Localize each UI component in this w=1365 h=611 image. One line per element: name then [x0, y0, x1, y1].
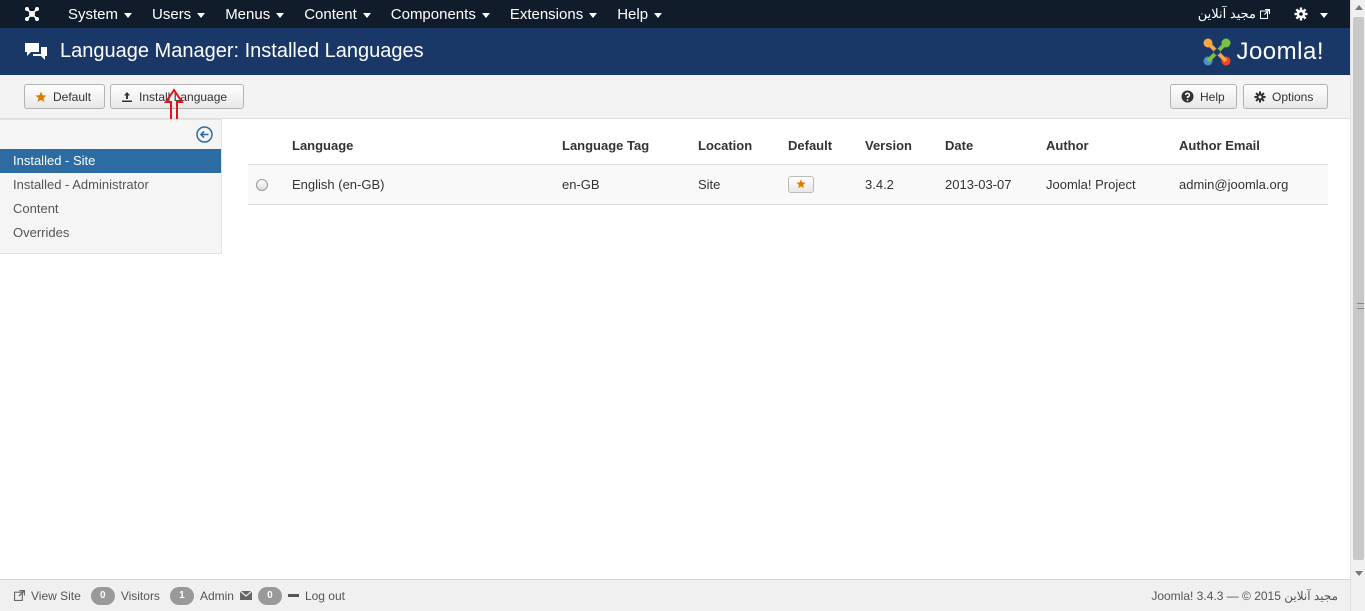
- row-select-radio[interactable]: [256, 178, 268, 191]
- navbar-right: مجید آنلاین: [1198, 0, 1350, 28]
- scroll-up-icon[interactable]: [1351, 0, 1365, 15]
- column-header-date[interactable]: Date: [945, 128, 1046, 165]
- admin-count-badge: 1: [169, 586, 194, 605]
- page-title: Language Manager: Installed Languages: [60, 40, 424, 62]
- language-tag-cell: en-GB: [562, 164, 698, 205]
- star-icon: [35, 91, 47, 102]
- page-header: Language Manager: Installed Languages Jo…: [0, 28, 1350, 75]
- external-link-icon: [1260, 9, 1270, 19]
- admin-status: 1 Admin: [169, 586, 234, 605]
- column-header-author[interactable]: Author: [1046, 128, 1179, 165]
- external-link-icon: [14, 590, 25, 601]
- column-header-location[interactable]: Location: [698, 128, 788, 165]
- caret-down-icon: [589, 12, 598, 18]
- logout-link[interactable]: Log out: [287, 589, 345, 603]
- messages-link[interactable]: 0: [239, 586, 282, 605]
- caret-down-icon: [481, 12, 490, 18]
- star-icon: [796, 179, 806, 189]
- menu-users[interactable]: Users: [142, 0, 215, 28]
- author-email-cell: admin@joomla.org: [1179, 164, 1328, 205]
- copyright-text: Joomla! 3.4.3 — © 2015 مجید آنلاین: [1151, 588, 1338, 603]
- row-select-cell: [248, 164, 292, 205]
- caret-down-icon: [654, 12, 663, 18]
- scrollbar-grip: [1357, 303, 1364, 309]
- help-button[interactable]: Help: [1170, 84, 1237, 109]
- caret-down-icon: [276, 12, 285, 18]
- user-settings-menu[interactable]: [1294, 7, 1328, 21]
- site-name: مجید آنلاین: [1197, 6, 1256, 21]
- table-row: English (en-GB) en-GB Site 3.4.2 2013-03…: [248, 164, 1328, 205]
- toolbar: Default Install Language Help Options: [0, 75, 1350, 119]
- menu-help[interactable]: Help: [607, 0, 672, 28]
- column-header-select: [248, 128, 292, 165]
- sidebar-item-content[interactable]: Content: [0, 197, 221, 221]
- joomla-brand-icon: [1203, 38, 1231, 65]
- language-cell: English (en-GB): [292, 164, 562, 205]
- envelope-icon: [239, 591, 252, 600]
- caret-down-icon: [1320, 12, 1328, 18]
- default-button[interactable]: Default: [24, 84, 105, 109]
- column-header-author-email[interactable]: Author Email: [1179, 128, 1328, 165]
- status-footer: View Site 0 Visitors 1 Admin 0 Log out J…: [0, 579, 1350, 611]
- view-site-link[interactable]: View Site: [14, 589, 81, 603]
- column-header-default[interactable]: Default: [788, 128, 865, 165]
- arrow-left-circle-icon: [196, 126, 213, 143]
- sidebar-item-overrides[interactable]: Overrides: [0, 221, 221, 245]
- default-cell: [788, 164, 865, 205]
- menu-content[interactable]: Content: [294, 0, 381, 28]
- options-button[interactable]: Options: [1243, 84, 1328, 109]
- visitors-count-badge: 0: [90, 586, 115, 605]
- column-header-version[interactable]: Version: [865, 128, 945, 165]
- minus-icon: [287, 594, 299, 597]
- upload-icon: [122, 91, 132, 102]
- site-link[interactable]: مجید آنلاین: [1198, 6, 1270, 22]
- menu-extensions[interactable]: Extensions: [500, 0, 607, 28]
- menu-system[interactable]: System: [58, 0, 142, 28]
- messages-count-badge: 0: [257, 586, 282, 605]
- caret-down-icon: [124, 12, 133, 18]
- joomla-logo-icon[interactable]: [20, 6, 44, 22]
- column-header-language[interactable]: Language: [292, 128, 562, 165]
- scrollbar-thumb[interactable]: [1353, 17, 1364, 560]
- menu-menus[interactable]: Menus: [215, 0, 294, 28]
- caret-down-icon: [197, 12, 206, 18]
- author-cell: Joomla! Project: [1046, 164, 1179, 205]
- joomla-brand-text: Joomla!: [1236, 37, 1324, 65]
- gear-icon: [1294, 7, 1308, 21]
- languages-table: Language Language Tag Location Default V…: [248, 128, 1328, 205]
- date-cell: 2013-03-07: [945, 164, 1046, 205]
- comments-icon: [24, 41, 48, 63]
- caret-down-icon: [362, 12, 371, 18]
- sidebar-item-installed-site[interactable]: Installed - Site: [0, 149, 221, 173]
- joomla-brand: Joomla!: [1202, 37, 1324, 67]
- version-cell: 3.4.2: [865, 164, 945, 205]
- vertical-scrollbar[interactable]: [1350, 0, 1365, 611]
- sidebar-item-installed-administrator[interactable]: Installed - Administrator: [0, 173, 221, 197]
- sidebar: Installed - Site Installed - Administrat…: [0, 119, 222, 254]
- column-header-language-tag[interactable]: Language Tag: [562, 128, 698, 165]
- question-circle-icon: [1181, 90, 1194, 103]
- default-star-button[interactable]: [788, 175, 814, 193]
- gear-icon: [1254, 90, 1266, 103]
- menu-components[interactable]: Components: [381, 0, 500, 28]
- sidebar-toggle-button[interactable]: [196, 126, 213, 146]
- scroll-down-icon[interactable]: [1351, 566, 1365, 581]
- visitors-status: 0 Visitors: [90, 586, 160, 605]
- location-cell: Site: [698, 164, 788, 205]
- sidebar-list: Installed - Site Installed - Administrat…: [0, 149, 221, 245]
- table-header-row: Language Language Tag Location Default V…: [248, 128, 1328, 165]
- top-navbar: System Users Menus Content Components Ex…: [0, 0, 1350, 28]
